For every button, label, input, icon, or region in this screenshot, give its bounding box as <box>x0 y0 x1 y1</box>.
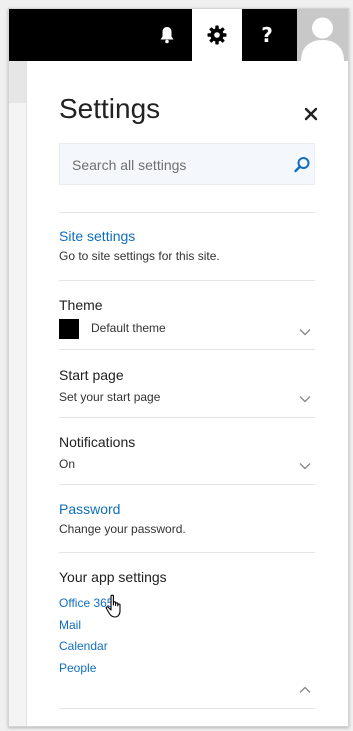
site-settings-description: Go to site settings for this site. <box>59 249 220 263</box>
notifications-value: On <box>59 457 76 471</box>
notifications-heading: Notifications <box>59 434 136 450</box>
password-link[interactable]: Password <box>59 501 120 517</box>
mail-link[interactable]: Mail <box>59 618 81 632</box>
divider <box>59 708 315 709</box>
search-icon[interactable] <box>293 156 311 174</box>
calendar-link[interactable]: Calendar <box>59 639 108 653</box>
gear-icon <box>207 25 227 45</box>
user-silhouette-icon <box>301 17 344 61</box>
divider <box>59 212 315 213</box>
chevron-down-icon[interactable] <box>299 328 311 336</box>
start-page-heading: Start page <box>59 367 124 383</box>
hand-cursor-icon <box>105 594 121 618</box>
close-icon[interactable] <box>303 106 319 122</box>
site-settings-link[interactable]: Site settings <box>59 228 135 244</box>
question-mark-icon: ? <box>261 23 273 47</box>
avatar[interactable] <box>297 9 348 61</box>
bell-icon <box>160 27 174 44</box>
help-button[interactable]: ? <box>242 9 292 61</box>
settings-panel: Settings Site settings Go to site settin… <box>27 61 348 726</box>
search-box <box>59 143 315 186</box>
settings-window: ? Settings Site settings Go to site sett… <box>8 8 349 727</box>
theme-swatch[interactable] <box>59 319 79 339</box>
background-page-strip <box>9 61 27 726</box>
chevron-down-icon[interactable] <box>299 395 311 403</box>
divider <box>59 552 315 553</box>
theme-heading: Theme <box>59 297 103 313</box>
divider <box>59 280 315 281</box>
panel-title: Settings <box>59 93 161 124</box>
settings-button[interactable] <box>192 9 242 61</box>
divider <box>59 484 315 485</box>
people-link[interactable]: People <box>59 661 96 675</box>
app-settings-heading: Your app settings <box>59 569 167 585</box>
password-description: Change your password. <box>59 522 186 536</box>
chevron-down-icon[interactable] <box>299 462 311 470</box>
divider <box>59 417 315 418</box>
search-input[interactable] <box>70 144 284 186</box>
notifications-button[interactable] <box>142 9 192 61</box>
divider <box>59 349 315 350</box>
theme-value: Default theme <box>91 321 166 335</box>
chevron-up-icon[interactable] <box>299 686 311 694</box>
top-bar: ? <box>9 9 348 61</box>
start-page-value: Set your start page <box>59 390 161 404</box>
background-page-block <box>9 61 26 103</box>
